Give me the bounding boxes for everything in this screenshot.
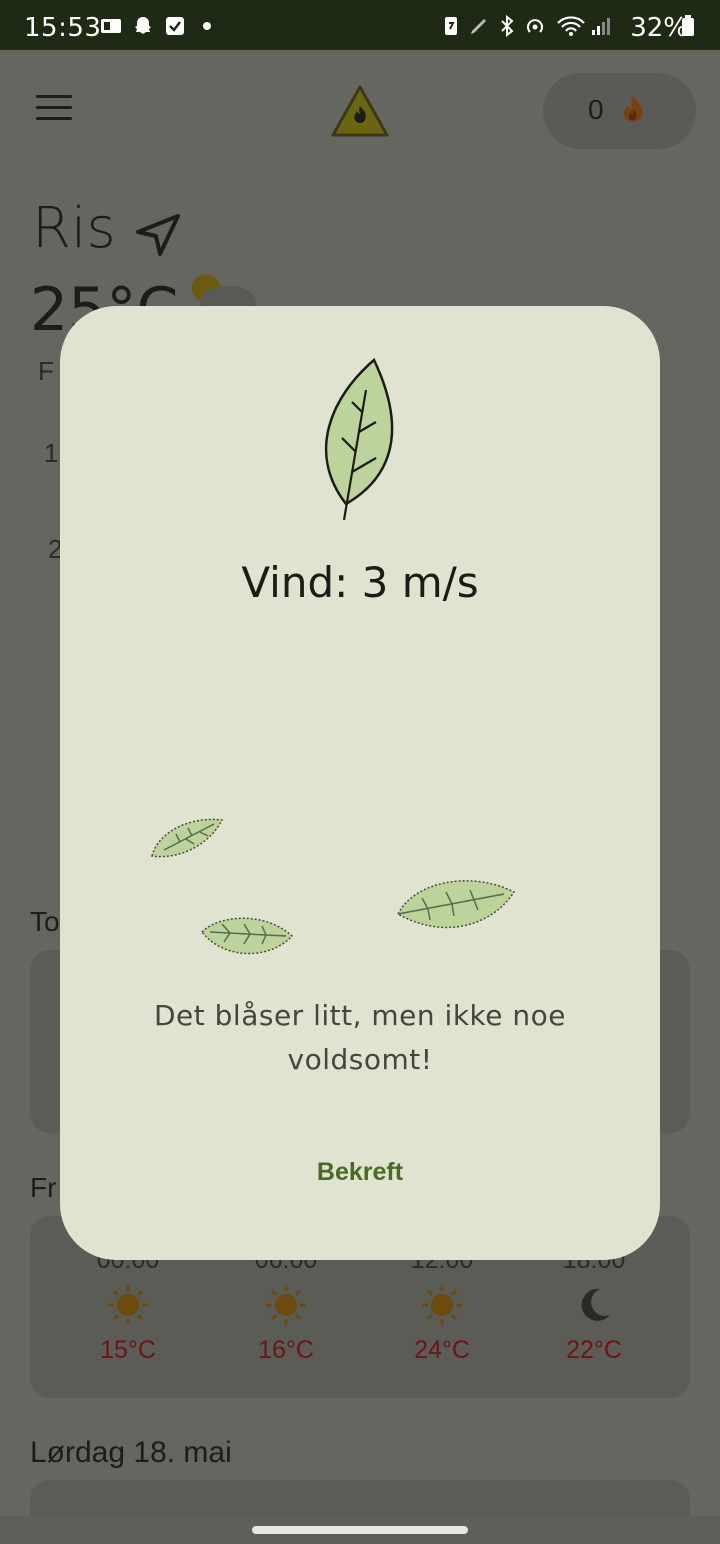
snapchat-icon <box>135 17 151 34</box>
fire-warning-icon[interactable] <box>330 84 390 138</box>
city-name: Ris <box>32 196 116 261</box>
detail-row-1: 1 <box>44 438 59 468</box>
bluetooth-icon <box>501 15 514 37</box>
hour-temp: 22°C <box>566 1336 622 1364</box>
wifi-icon <box>557 16 585 36</box>
fire-count: 0 <box>588 94 604 125</box>
friday-section-label: Fr <box>30 1172 57 1203</box>
location-arrow-icon[interactable] <box>134 212 182 258</box>
hour-temp: 24°C <box>414 1336 470 1364</box>
weather-description: F <box>38 356 54 386</box>
sun-icon <box>108 1285 148 1325</box>
wind-info-dialog: Vind: 3 m/s Det blåser litt, men ikke no… <box>60 306 660 1260</box>
floating-leaf-icon <box>151 818 224 858</box>
pen-icon <box>471 19 486 34</box>
hourly-item: 00:00 15°C <box>68 1246 188 1365</box>
hourly-item: 12:00 24°C <box>382 1246 502 1365</box>
status-bar: 15:53 32% <box>0 0 720 50</box>
floating-leaf-icon <box>200 917 294 955</box>
battery-icon <box>682 15 694 36</box>
saturday-section-label: Lørdag 18. mai <box>30 1436 232 1469</box>
signal-icon <box>592 18 610 35</box>
home-gesture-handle[interactable] <box>252 1526 468 1534</box>
dialog-title: Vind: 3 m/s <box>241 558 479 607</box>
hamburger-menu-icon[interactable] <box>36 95 72 123</box>
confirm-button[interactable]: Bekreft <box>278 1144 442 1200</box>
checkbox-icon <box>166 17 184 35</box>
flame-icon <box>623 96 643 122</box>
leaf-icon <box>324 357 394 521</box>
today-section-label: To <box>30 906 60 937</box>
status-time: 15:53 <box>24 13 102 43</box>
sun-icon <box>266 1285 306 1325</box>
hour-temp: 16°C <box>258 1336 314 1364</box>
floating-leaf-icon <box>397 880 516 929</box>
outlook-icon <box>101 19 121 33</box>
hourly-item: 06:00 16°C <box>226 1246 346 1365</box>
sun-icon <box>422 1285 462 1325</box>
moon-icon <box>581 1288 610 1321</box>
dot-icon <box>203 22 211 30</box>
hour-temp: 15°C <box>100 1336 156 1364</box>
dialog-message: Det blåser litt, men ikke noe voldsomt! <box>153 999 566 1076</box>
hotspot-icon <box>527 19 543 33</box>
battery-saver-icon <box>445 17 457 35</box>
hourly-item: 18:00 22°C <box>534 1246 654 1365</box>
